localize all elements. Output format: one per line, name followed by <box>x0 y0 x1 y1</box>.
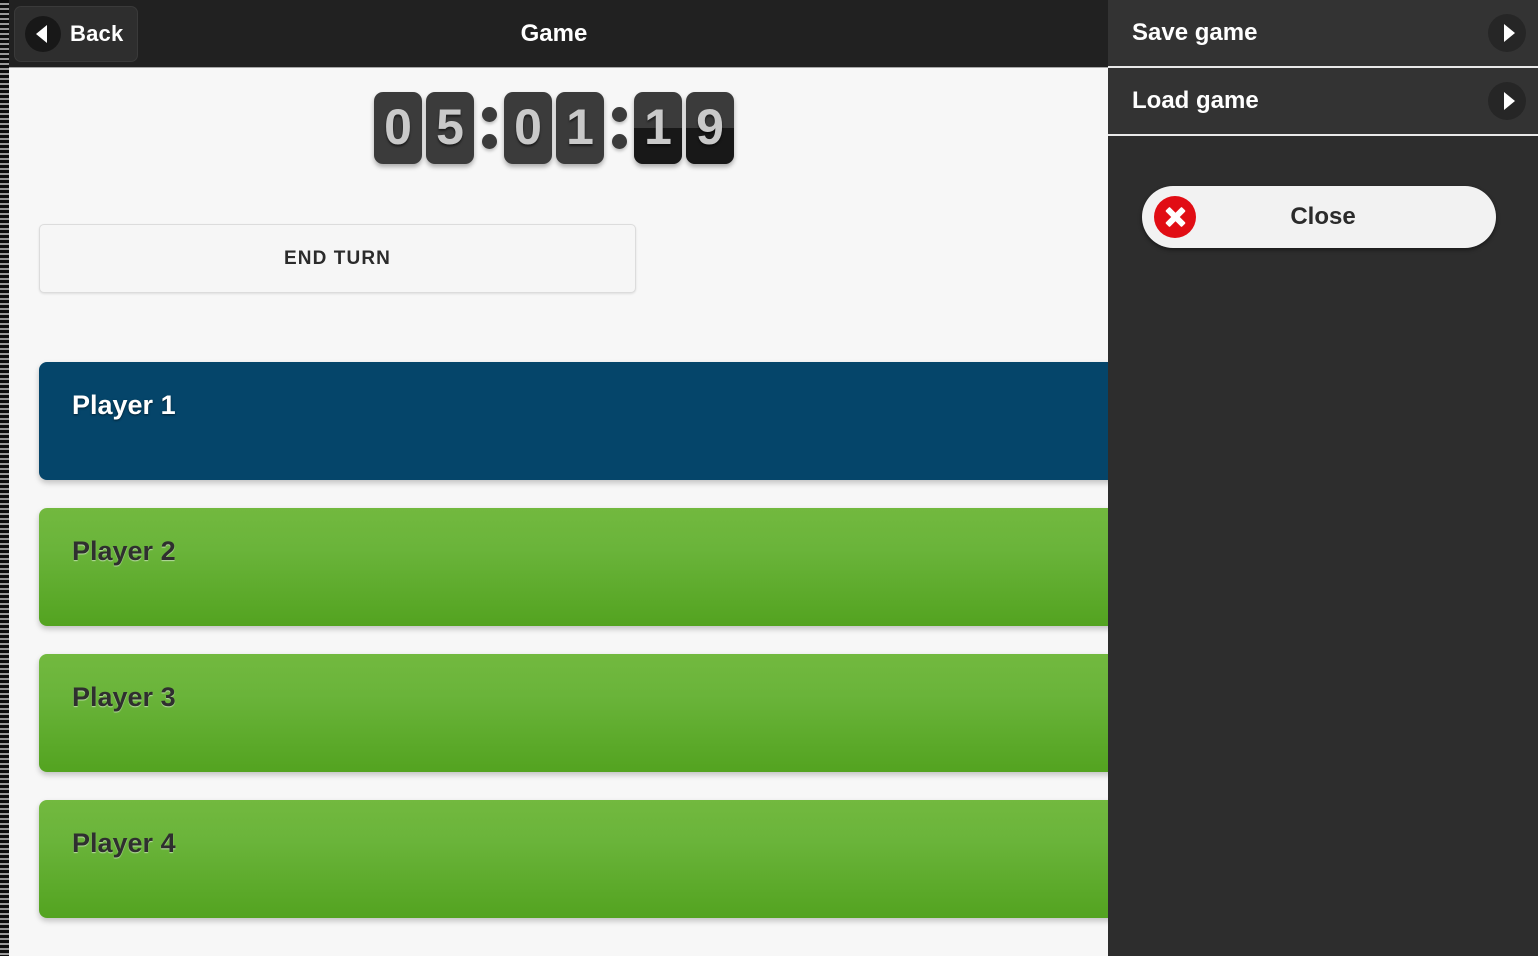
close-button[interactable]: Close <box>1142 186 1496 248</box>
timer-digit: 0 <box>374 92 422 164</box>
player-name: Player 1 <box>72 390 176 420</box>
timer-digit-value: 0 <box>384 99 412 155</box>
chevron-right-icon <box>1488 82 1526 120</box>
player-card[interactable]: Player 4 <box>39 800 1108 918</box>
close-x-icon <box>1154 196 1196 238</box>
timer-digit: 1 <box>556 92 604 164</box>
game-menu-panel: Save game Load game Close <box>1108 0 1538 956</box>
close-button-label: Close <box>1290 203 1356 230</box>
menu-item-label: Save game <box>1132 19 1258 46</box>
player-card[interactable]: Player 1 <box>39 362 1108 480</box>
menu-item-load-game[interactable]: Load game <box>1108 68 1538 136</box>
end-turn-button[interactable]: END TURN <box>39 224 636 293</box>
back-button-label: Back <box>70 21 124 46</box>
page-title: Game <box>520 20 588 47</box>
left-edge-scrollbar[interactable] <box>0 0 9 956</box>
app-header: Back Game <box>0 0 1108 68</box>
timer-digit: 0 <box>504 92 552 164</box>
end-turn-label: END TURN <box>284 247 391 269</box>
timer-digit-value: 1 <box>566 99 594 155</box>
chevron-left-icon <box>25 16 61 52</box>
main-panel: Back Game 050119 END TURN Player 1 Player… <box>0 0 1108 956</box>
timer-digit-value: 5 <box>436 99 464 155</box>
menu-item-label: Load game <box>1132 87 1259 114</box>
timer-colon <box>478 92 500 164</box>
timer-digit-value: 9 <box>696 99 724 155</box>
player-card[interactable]: Player 3 <box>39 654 1108 772</box>
timer-colon <box>608 92 630 164</box>
timer-digit: 9 <box>686 92 734 164</box>
player-name: Player 2 <box>72 536 176 566</box>
player-name: Player 3 <box>72 682 176 712</box>
player-list: Player 1 Player 2 Player 3 Player 4 <box>0 362 1108 946</box>
chevron-right-icon <box>1488 14 1526 52</box>
timer-digit: 1 <box>634 92 682 164</box>
player-name: Player 4 <box>72 828 176 858</box>
back-button[interactable]: Back <box>14 6 138 62</box>
menu-item-save-game[interactable]: Save game <box>1108 0 1538 68</box>
timer-digit-value: 1 <box>644 99 672 155</box>
game-screen: Back Game 050119 END TURN Player 1 Player… <box>0 0 1538 956</box>
timer-digit: 5 <box>426 92 474 164</box>
player-card[interactable]: Player 2 <box>39 508 1108 626</box>
game-timer: 050119 <box>0 92 1108 164</box>
timer-digit-value: 0 <box>514 99 542 155</box>
